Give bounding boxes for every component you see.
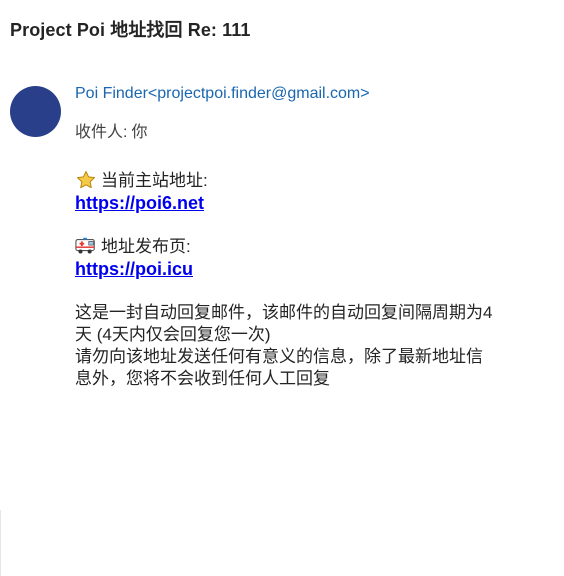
notice-line-2: 天 (4天内仅会回复您一次) (75, 325, 271, 344)
email-subject: Project Poi 地址找回 Re: 111 (10, 20, 251, 40)
recipient-label: 收件人: (75, 124, 128, 141)
recipient-line: 收件人: 你 (75, 118, 147, 142)
sender-name[interactable]: Poi Finder<projectpoi.finder@gmail.com> (75, 85, 370, 103)
ambulance-icon (75, 237, 95, 254)
sender-avatar[interactable] (10, 86, 61, 137)
divider (0, 510, 1, 576)
main-site-link[interactable]: https://poi6.net (75, 192, 545, 214)
star-icon (77, 171, 95, 189)
notice-line-3: 请勿向该地址发送任何有意义的信息，除了最新地址信 (75, 347, 483, 366)
notice-line-4: 息外，您将不会收到任何人工回复 (75, 369, 330, 388)
main-site-line: 当前主站地址: (75, 170, 545, 192)
publish-page-link[interactable]: https://poi.icu (75, 258, 545, 280)
publish-page-line: 地址发布页: (75, 236, 545, 258)
notice-line-1: 这是一封自动回复邮件，该邮件的自动回复间隔周期为4 (75, 303, 493, 322)
main-site-label: 当前主站地址: (101, 171, 208, 190)
email-body: 当前主站地址: https://poi6.net 地址发布页: https://… (75, 170, 545, 390)
publish-page-label: 地址发布页: (101, 237, 191, 256)
recipient-value: 你 (131, 124, 148, 141)
